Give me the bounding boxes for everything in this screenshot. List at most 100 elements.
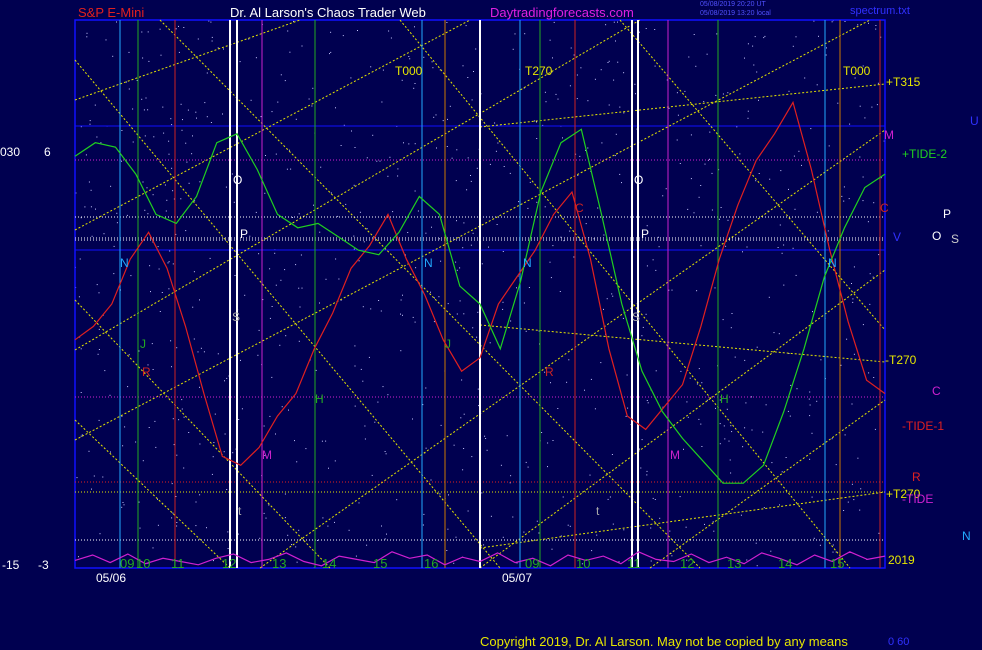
star-dot: [145, 97, 147, 99]
star-dot: [846, 338, 848, 340]
star-dot: [171, 517, 173, 519]
star-dot: [728, 440, 730, 442]
star-dot: [169, 250, 171, 252]
star-dot: [414, 143, 416, 145]
star-dot: [234, 275, 236, 276]
star-dot: [165, 210, 167, 212]
star-dot: [860, 488, 862, 490]
lattice-line: [649, 399, 886, 569]
star-dot: [794, 208, 796, 210]
star-dot: [837, 102, 839, 104]
star-dot: [527, 466, 529, 468]
star-dot: [744, 359, 746, 361]
star-dot: [223, 451, 225, 453]
star-dot: [465, 25, 467, 27]
star-dot: [569, 85, 571, 87]
star-dot: [603, 308, 604, 310]
star-dot: [704, 523, 705, 525]
star-dot: [148, 427, 150, 428]
star-dot: [462, 65, 464, 67]
star-dot: [363, 241, 365, 243]
star-dot: [340, 145, 342, 146]
star-dot: [335, 258, 337, 260]
star-dot: [172, 190, 174, 192]
star-dot: [783, 284, 785, 286]
star-dot: [509, 172, 511, 174]
star-dot: [436, 147, 437, 149]
cycle-marker: J: [140, 337, 146, 351]
star-dot: [489, 163, 491, 165]
star-dot: [233, 201, 235, 203]
star-dot: [769, 178, 771, 180]
star-dot: [414, 321, 416, 323]
star-dot: [825, 54, 827, 56]
lattice-line: [479, 269, 886, 569]
star-dot: [614, 155, 616, 157]
star-dot: [213, 560, 214, 562]
trend-line: [479, 83, 886, 128]
star-dot: [768, 296, 770, 298]
lattice-line: [74, 19, 471, 231]
star-dot: [88, 450, 90, 452]
star-dot: [763, 37, 765, 39]
star-dot: [652, 259, 654, 261]
star-dot: [142, 57, 144, 59]
cycle-marker: M: [262, 448, 272, 462]
star-dot: [274, 252, 276, 254]
star-dot: [388, 30, 390, 32]
star-dot: [414, 26, 415, 28]
star-dot: [658, 236, 659, 238]
star-dot: [654, 499, 656, 500]
star-dot: [79, 258, 81, 260]
star-dot: [402, 314, 403, 316]
star-dot: [739, 153, 741, 155]
star-dot: [700, 185, 702, 186]
right-label: R: [912, 470, 921, 484]
star-dot: [868, 372, 870, 374]
star-dot: [755, 180, 757, 182]
star-dot: [439, 238, 440, 240]
star-dot: [525, 330, 527, 332]
star-dot: [862, 324, 864, 326]
star-dot: [121, 160, 122, 162]
right-label: -T270: [885, 353, 917, 367]
star-dot: [258, 253, 260, 255]
file-name: spectrum.txt: [850, 5, 910, 17]
star-dot: [719, 443, 721, 445]
star-dot: [127, 386, 129, 388]
star-dot: [623, 112, 625, 114]
star-dot: [451, 157, 453, 159]
star-dot: [696, 290, 698, 292]
star-dot: [671, 289, 673, 291]
star-dot: [481, 492, 483, 494]
star-dot: [241, 408, 243, 410]
star-dot: [453, 444, 455, 446]
star-dot: [525, 461, 527, 463]
star-dot: [679, 496, 681, 498]
star-dot: [396, 499, 398, 501]
star-dot: [512, 516, 514, 518]
star-dot: [680, 370, 682, 372]
star-dot: [486, 449, 488, 451]
star-dot: [552, 245, 554, 247]
star-dot: [635, 93, 636, 95]
star-dot: [550, 382, 551, 384]
star-dot: [214, 413, 216, 415]
star-dot: [124, 426, 126, 428]
star-dot: [613, 79, 615, 81]
star-dot: [527, 207, 529, 209]
star-dot: [536, 138, 538, 139]
star-dot: [780, 170, 782, 172]
star-dot: [723, 425, 725, 427]
star-dot: [287, 534, 289, 536]
star-dot: [173, 444, 175, 446]
star-dot: [212, 456, 214, 458]
star-dot: [403, 142, 404, 144]
star-dot: [222, 113, 223, 115]
star-dot: [116, 222, 118, 224]
star-dot: [566, 381, 568, 383]
star-dot: [168, 140, 170, 142]
star-dot: [847, 501, 849, 503]
star-dot: [296, 461, 298, 463]
star-dot: [463, 222, 465, 224]
